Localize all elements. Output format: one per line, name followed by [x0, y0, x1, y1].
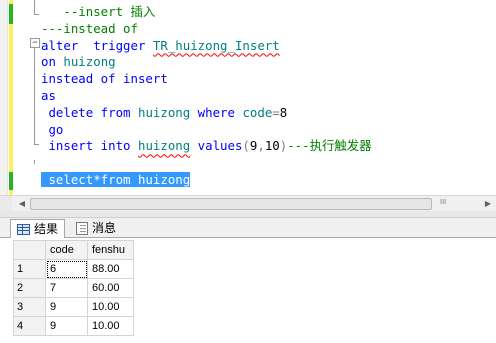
row-number[interactable]: 4	[13, 316, 46, 336]
saved-change-mark	[9, 4, 13, 24]
code-token: delete from	[41, 104, 138, 120]
code-line[interactable]	[41, 155, 496, 172]
code-token: huizong	[63, 54, 116, 70]
grid-icon	[17, 223, 30, 235]
code-line[interactable]: insert into huizong values(9,10)---执行触发器	[41, 138, 496, 155]
code-token: --insert	[41, 4, 131, 19]
horizontal-scrollbar[interactable]: ◀ III ▶	[0, 195, 496, 211]
code-token: 8	[279, 104, 288, 120]
results-tab-bar: 结果 消息	[0, 218, 496, 239]
tab-results[interactable]: 结果	[10, 219, 66, 239]
cell-fenshu[interactable]: 10.00	[87, 316, 134, 336]
query-editor[interactable]: − --insert 插入 ---instead of alter trigger …	[0, 0, 496, 195]
code-line[interactable]: instead of insert	[41, 71, 496, 88]
arrow-left-icon[interactable]: ◀	[14, 196, 30, 211]
code-token: 插入	[130, 4, 156, 19]
code-token: alter trigger	[41, 37, 153, 53]
code-token: TR_huizong_Insert	[152, 37, 280, 53]
table-row: 1 6 88.00	[13, 259, 134, 279]
zoom-area	[0, 196, 12, 211]
tab-messages[interactable]: 消息	[70, 219, 122, 237]
code-line[interactable]: alter trigger TR_huizong_Insert	[41, 38, 496, 55]
cell-code[interactable]: 7	[45, 278, 88, 298]
code-token: code	[242, 104, 273, 120]
row-number[interactable]: 2	[13, 278, 46, 298]
sql-code[interactable]: --insert 插入 ---instead of alter trigger TR…	[41, 4, 496, 189]
tab-results-label: 结果	[34, 222, 59, 236]
code-token: as	[41, 87, 56, 103]
editor-margin	[0, 0, 8, 195]
change-tracking-bar	[9, 0, 13, 195]
cell-code[interactable]: 9	[45, 297, 88, 317]
table-row: 4 9 10.00	[13, 316, 134, 336]
code-token: on	[41, 54, 64, 70]
code-line[interactable]: as	[41, 88, 496, 105]
code-token: 执行触发器	[309, 138, 372, 154]
code-token: =	[272, 104, 280, 120]
code-token: huizong	[137, 104, 198, 120]
cell-fenshu[interactable]: 88.00	[87, 259, 134, 279]
row-number[interactable]: 1	[13, 259, 46, 279]
collapse-icon[interactable]: −	[30, 38, 40, 48]
scroll-thumb[interactable]	[30, 198, 432, 210]
code-token: ---instead of	[41, 20, 138, 36]
code-line[interactable]: ---instead of	[41, 21, 496, 38]
code-token: instead of insert	[41, 71, 168, 87]
saved-change-mark	[9, 172, 13, 190]
code-token: insert into	[41, 138, 138, 154]
message-icon	[76, 221, 88, 235]
row-number[interactable]: 3	[13, 297, 46, 317]
code-token: select*from huizong	[41, 171, 191, 187]
cell-fenshu[interactable]: 60.00	[87, 278, 134, 298]
code-line[interactable]: select*from huizong	[41, 171, 496, 189]
code-line[interactable]: on huizong	[41, 54, 496, 71]
code-token: (	[242, 138, 250, 154]
pane-splitter[interactable]	[0, 211, 496, 218]
grip-icon: III	[440, 198, 447, 206]
code-token: go	[41, 121, 64, 137]
code-line[interactable]: delete from huizong where code=8	[41, 105, 496, 122]
table-row: 2 7 60.00	[13, 278, 134, 298]
cell-fenshu[interactable]: 10.00	[87, 297, 134, 317]
cell-code[interactable]: 6	[45, 259, 88, 279]
code-token: where	[197, 104, 243, 120]
column-header-code[interactable]: code	[45, 240, 88, 260]
table-row: 3 9 10.00	[13, 297, 134, 317]
arrow-right-icon[interactable]: ▶	[480, 196, 496, 211]
cell-code[interactable]: 9	[45, 316, 88, 336]
column-header-fenshu[interactable]: fenshu	[87, 240, 134, 260]
grid-corner[interactable]	[13, 240, 46, 260]
code-token: huizong	[137, 138, 191, 154]
code-line[interactable]: go	[41, 122, 496, 139]
code-token: ,	[257, 138, 265, 154]
tab-messages-label: 消息	[92, 221, 117, 235]
code-token: ---	[287, 138, 310, 154]
results-grid[interactable]: code fenshu 1 6 88.00 2 7 60.00 3 9 10.0…	[13, 240, 134, 336]
code-line[interactable]: --insert 插入	[41, 4, 496, 21]
code-token: values	[190, 138, 243, 154]
results-grid-pane: code fenshu 1 6 88.00 2 7 60.00 3 9 10.0…	[0, 238, 496, 343]
code-token: 10	[264, 138, 280, 154]
